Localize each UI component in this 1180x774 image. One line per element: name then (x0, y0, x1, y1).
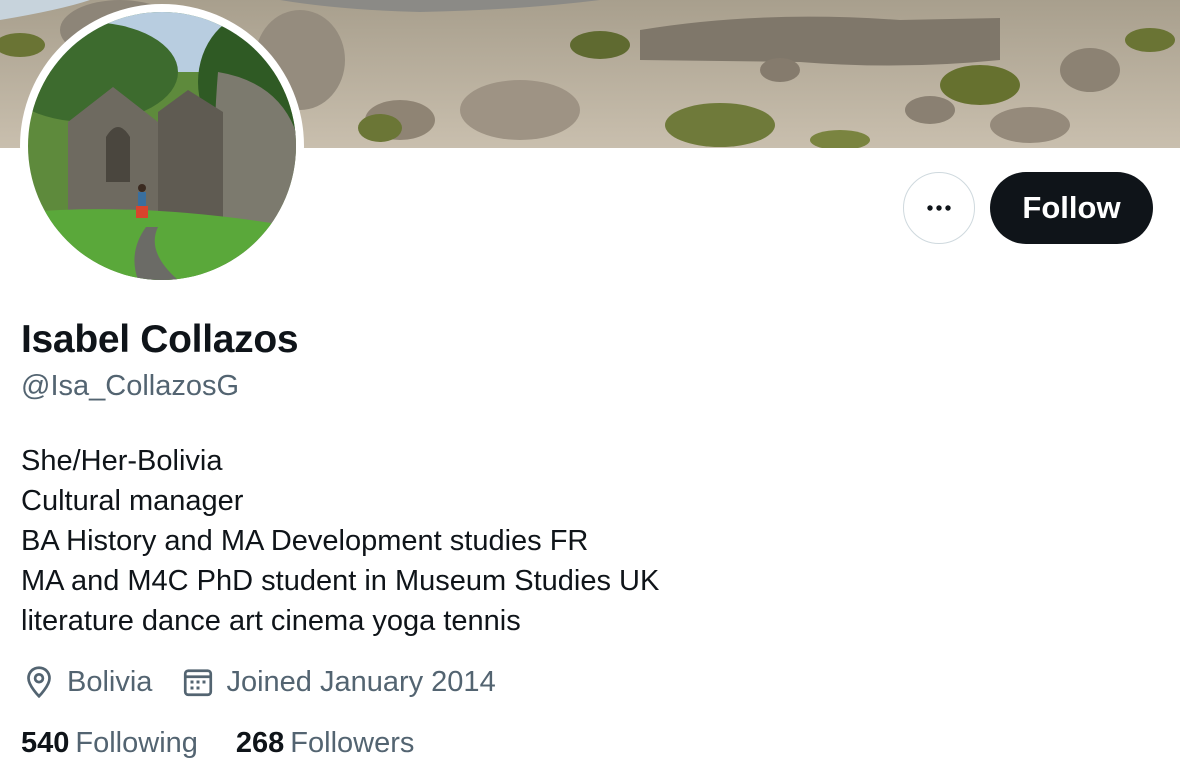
profile-page: Follow Isabel Collazos @Isa_CollazosG Sh… (0, 0, 1180, 774)
followers-link[interactable]: 268 Followers (236, 727, 414, 760)
bio-line: MA and M4C PhD student in Museum Studies… (21, 565, 660, 597)
location-item: Bolivia (21, 664, 152, 700)
followers-count: 268 (235, 727, 285, 759)
bio-line: BA History and MA Development studies FR (21, 525, 589, 557)
following-count: 540 (21, 727, 70, 759)
bio-line: literature dance art cinema yoga tennis (21, 605, 521, 637)
more-horizontal-icon (927, 205, 951, 211)
bio-line: Cultural manager (21, 485, 244, 517)
location-text: Bolivia (67, 665, 153, 698)
more-options-button[interactable] (903, 172, 975, 244)
bio-line: She/Her-Bolivia (21, 445, 223, 477)
joined-item: Joined January 2014 (180, 664, 496, 700)
profile-meta: Bolivia Joined January 2014 (21, 664, 524, 700)
profile-name: Isabel Collazos (21, 318, 299, 361)
following-label: Following (75, 727, 198, 759)
profile-stats: 540 Following 268 Followers (21, 727, 452, 760)
joined-text: Joined January 2014 (226, 665, 496, 698)
location-pin-icon (27, 666, 51, 699)
profile-handle: @Isa_CollazosG (21, 370, 240, 402)
calendar-icon (184, 669, 213, 697)
followers-label: Followers (290, 727, 415, 759)
following-link[interactable]: 540 Following (21, 727, 198, 760)
avatar[interactable] (20, 4, 304, 288)
follow-button[interactable]: Follow (990, 172, 1153, 244)
avatar-church-image (28, 12, 296, 280)
profile-bio: She/Her-Bolivia Cultural manager BA Hist… (21, 441, 659, 641)
